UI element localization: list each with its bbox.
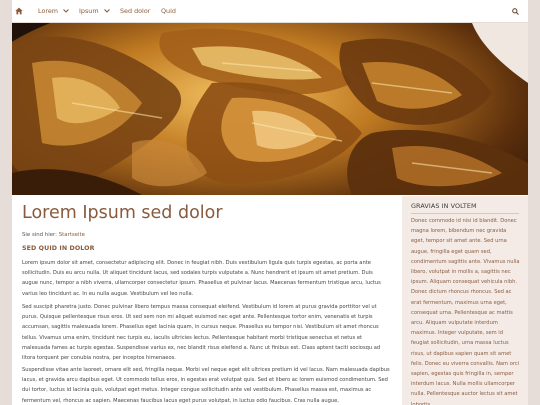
nav-search-button[interactable] [512,0,524,22]
nav-item-label: Ipsum [79,7,99,15]
sidebar-divider [411,213,519,214]
page: Lorem Ipsum Sed dolor Quid Lorem Ipsum s… [12,0,528,405]
nav-item-ipsum[interactable]: Ipsum [79,0,110,22]
section-heading: SED QUID IN DOLOR [22,245,95,252]
nav-item-label: Sed dolor [120,7,151,15]
nav-item-quid[interactable]: Quid [161,0,176,22]
chevron-down-icon [103,9,110,13]
sidebar-text: Donec commodo id nisi id blandit. Donec … [411,218,520,405]
sidebar-title: GRAVIAS IN VOLTEM [411,202,477,210]
body-paragraph: Lorem ipsum dolor sit amet, consectetur … [22,260,381,297]
nav-item-label: Lorem [38,7,59,15]
page-title: Lorem Ipsum sed dolor [22,203,223,223]
search-icon [512,7,519,15]
body-paragraph: Suspendisse vitae ante laoreet, ornare e… [22,367,390,404]
home-icon [15,7,23,15]
breadcrumb-prefix: Sie sind hier: [22,232,57,238]
top-navigation: Lorem Ipsum Sed dolor Quid [12,0,528,23]
sidebar: GRAVIAS IN VOLTEM Donec commodo id nisi … [402,196,528,405]
nav-item-label: Quid [161,7,176,15]
breadcrumb-link-startseite[interactable]: Startseite [59,232,85,238]
nav-item-sed-dolor[interactable]: Sed dolor [120,0,150,22]
breadcrumb: Sie sind hier: Startseite [22,232,85,238]
chevron-down-icon [63,9,69,13]
nav-home-link[interactable] [15,0,29,22]
nav-item-lorem[interactable]: Lorem [38,0,69,22]
hero-image [12,23,528,195]
golden-foil-image [12,23,528,195]
body-paragraph: Sed suscipit pharetra justo. Donec pulvi… [22,304,381,362]
